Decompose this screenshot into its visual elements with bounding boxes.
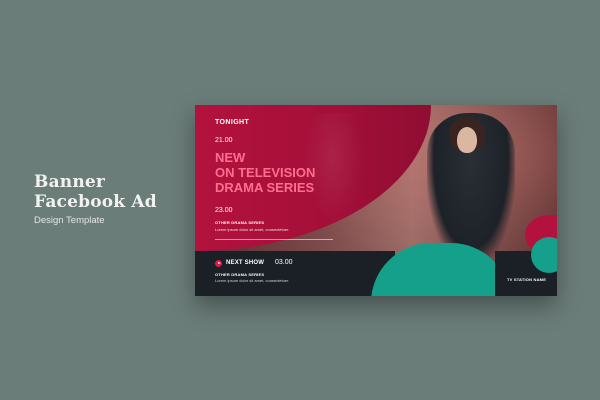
template-caption: Banner Facebook Ad Design Template <box>34 172 157 226</box>
series-description: Lorem ipsum dolor sit amet, consectetuer… <box>215 227 290 232</box>
time-next: 03.00 <box>275 259 293 266</box>
headline-line2: ON TELEVISION <box>215 165 316 180</box>
divider <box>215 239 333 240</box>
series-label: OTHER DRAMA SERIES <box>215 220 265 225</box>
next-show-label: NEXT SHOW <box>226 260 265 266</box>
series-label-2: OTHER DRAMA SERIES <box>215 272 265 277</box>
play-circle-icon <box>215 260 222 267</box>
caption-title-line1: Banner <box>34 172 106 192</box>
photo-woman-face <box>457 127 477 153</box>
station-name: TV STATION NAME <box>507 277 547 282</box>
caption-title-line2: Facebook Ad <box>34 192 157 212</box>
time-first: 21.00 <box>215 137 233 144</box>
ad-banner: TONIGHT 21.00 NEW ON TELEVISION DRAMA SE… <box>195 105 557 296</box>
headline-line1: NEW <box>215 150 246 165</box>
headline-line3: DRAMA SERIES <box>215 180 315 195</box>
headline: NEW ON TELEVISION DRAMA SERIES <box>215 150 315 195</box>
tonight-label: TONIGHT <box>215 119 250 126</box>
time-second: 23.00 <box>215 207 233 214</box>
caption-subtitle: Design Template <box>34 215 105 226</box>
series-description-2: Lorem ipsum dolor sit amet, consectetuer… <box>215 278 290 283</box>
